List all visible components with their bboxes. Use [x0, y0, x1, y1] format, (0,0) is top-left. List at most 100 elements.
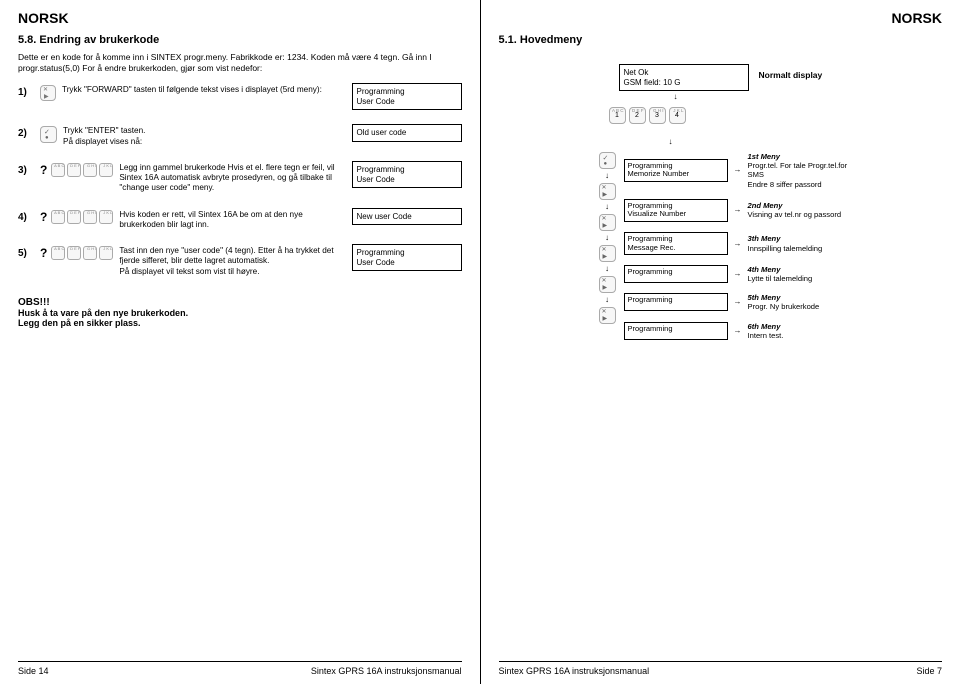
key-def: D E F: [67, 163, 81, 177]
right-arrow-icon: →: [734, 206, 742, 214]
left-intro: Dette er en kode for å komme inn i SINTE…: [18, 52, 462, 73]
obs-line-2: Legg den på en sikker plass.: [18, 318, 462, 328]
step-3-num: 3): [18, 161, 34, 176]
forward-key-icon: [40, 85, 56, 101]
key-4: J K L4: [669, 107, 686, 124]
top-display: Net Ok GSM field: 10 G: [619, 64, 749, 91]
nav-key-icon: [599, 307, 616, 324]
down-arrow-icon: ↓: [605, 172, 609, 180]
menu-2-desc: 2nd MenyVisning av tel.nr og passord: [748, 201, 858, 219]
step-2: 2) Trykk "ENTER" tasten. På displayet vi…: [18, 124, 462, 147]
enter-key-icon: [599, 152, 616, 169]
key-3: G H I3: [649, 107, 666, 124]
menu-4-desc: 4th MenyLytte til talemelding: [748, 265, 858, 283]
down-arrow-icon: ↓: [669, 138, 683, 146]
enter-key-icon: [40, 126, 57, 143]
step-1-keys: [40, 83, 56, 101]
left-footer-title: Sintex GPRS 16A instruksjonsmanual: [311, 666, 462, 676]
menu-3-display: Programming Message Rec.: [624, 232, 728, 255]
right-footer-pageno: Side 7: [916, 666, 942, 676]
right-arrow-icon: →: [734, 166, 742, 174]
step-5-keys: ? A B C D E F G H I J K L: [40, 244, 113, 260]
top-display-label: Normalt display: [759, 64, 823, 80]
step-4: 4) ? A B C D E F G H I J K L Hvis koden …: [18, 208, 462, 231]
left-header-row: NORSK: [18, 10, 462, 26]
step-4-desc: Hvis koden er rett, vil Sintex 16A be om…: [119, 208, 345, 231]
key-jkl: J K L: [99, 246, 113, 260]
menu-row-5: Programming → 5th MenyProgr. Ny brukerko…: [624, 293, 858, 311]
step-4-num: 4): [18, 208, 34, 223]
obs-heading: OBS!!!: [18, 297, 462, 308]
top-display-row: Net Ok GSM field: 10 G Normalt display: [499, 64, 943, 91]
key-abc: A B C: [51, 246, 65, 260]
step-1: 1) Trykk "FORWARD" tasten til følgende t…: [18, 83, 462, 110]
key-def: D E F: [67, 246, 81, 260]
right-section-title: 5.1. Hovedmeny: [499, 34, 943, 46]
key-jkl: J K L: [99, 163, 113, 177]
document-spread: NORSK 5.8. Endring av brukerkode Dette e…: [0, 0, 960, 684]
key-1: A B C1: [609, 107, 626, 124]
key-2: D E F2: [629, 107, 646, 124]
step-5-desc: Tast inn den nye "user code" (4 tegn). E…: [119, 244, 345, 277]
right-footer: Sintex GPRS 16A instruksjonsmanual Side …: [499, 661, 943, 676]
nav-key-column: ↓ ↓ ↓ ↓ ↓: [599, 152, 616, 340]
menu-6-desc: 6th MenyIntern test.: [748, 322, 858, 340]
right-page: NORSK 5.1. Hovedmeny Net Ok GSM field: 1…: [481, 0, 960, 684]
left-footer: Side 14 Sintex GPRS 16A instruksjonsmanu…: [18, 661, 462, 676]
step-5-num: 5): [18, 244, 34, 259]
nav-key-icon: [599, 276, 616, 293]
question-mark-icon: ?: [40, 246, 47, 260]
step-5: 5) ? A B C D E F G H I J K L Tast inn de…: [18, 244, 462, 277]
step-3-desc: Legg inn gammel brukerkode Hvis et el. f…: [119, 161, 345, 194]
menu-6-display: Programming: [624, 322, 728, 340]
step-1-display: Programming User Code: [352, 83, 462, 110]
menu-row-3: Programming Message Rec. → 3th MenyInnsp…: [624, 232, 858, 255]
left-page: NORSK 5.8. Endring av brukerkode Dette e…: [0, 0, 480, 684]
menu-row-2: Programming Visualize Number → 2nd MenyV…: [624, 199, 858, 222]
down-arrow-icon: ↓: [605, 265, 609, 273]
menu-1-display: Programming Memorize Number: [624, 159, 728, 182]
menu-2-display: Programming Visualize Number: [624, 199, 728, 222]
step-4-keys: ? A B C D E F G H I J K L: [40, 208, 113, 224]
menu-3-desc: 3th MenyInnspilling talemelding: [748, 234, 858, 252]
key-ghi: G H I: [83, 246, 97, 260]
menu-box-column: Programming Memorize Number → 1st MenyPr…: [624, 152, 858, 340]
left-section-title: 5.8. Endring av brukerkode: [18, 34, 462, 46]
right-header-row: NORSK: [499, 10, 943, 26]
down-arrow-icon: ↓: [605, 234, 609, 242]
key-def: D E F: [67, 210, 81, 224]
step-2-keys: [40, 124, 57, 143]
down-arrow-icon: ↓: [605, 203, 609, 211]
step-1-desc: Trykk "FORWARD" tasten til følgende teks…: [62, 83, 346, 95]
step-1-num: 1): [18, 83, 34, 98]
question-mark-icon: ?: [40, 163, 47, 177]
keypad-row: A B C1 D E F2 G H I3 J K L4: [609, 107, 943, 124]
key-ghi: G H I: [83, 210, 97, 224]
key-ghi: G H I: [83, 163, 97, 177]
step-5-display: Programming User Code: [352, 244, 462, 271]
step-2-desc: Trykk "ENTER" tasten. På displayet vises…: [63, 124, 346, 147]
menu-row-6: Programming → 6th MenyIntern test.: [624, 322, 858, 340]
right-arrow-icon: →: [734, 327, 742, 335]
step-2-display: Old user code: [352, 124, 462, 142]
menu-1-desc: 1st MenyProgr.tel. For tale Progr.tel.fo…: [748, 152, 858, 188]
menu-4-display: Programming: [624, 265, 728, 283]
menu-flow: ↓ ↓ ↓ ↓ ↓ Programming Memorize Number → …: [599, 152, 943, 340]
obs-line-1: Husk å ta vare på den nye brukerkoden.: [18, 308, 462, 318]
right-arrow-icon: →: [734, 298, 742, 306]
menu-5-display: Programming: [624, 293, 728, 311]
nav-key-icon: [599, 183, 616, 200]
step-2-num: 2): [18, 124, 34, 139]
menu-5-desc: 5th MenyProgr. Ny brukerkode: [748, 293, 858, 311]
left-footer-pageno: Side 14: [18, 666, 49, 676]
right-header: NORSK: [891, 10, 942, 26]
question-mark-icon: ?: [40, 210, 47, 224]
menu-row-1: Programming Memorize Number → 1st MenyPr…: [624, 152, 858, 188]
right-arrow-icon: →: [734, 240, 742, 248]
nav-key-icon: [599, 245, 616, 262]
right-footer-title: Sintex GPRS 16A instruksjonsmanual: [499, 666, 650, 676]
nav-key-icon: [599, 214, 616, 231]
right-arrow-icon: →: [734, 270, 742, 278]
step-4-display: New user Code: [352, 208, 462, 226]
key-abc: A B C: [51, 163, 65, 177]
